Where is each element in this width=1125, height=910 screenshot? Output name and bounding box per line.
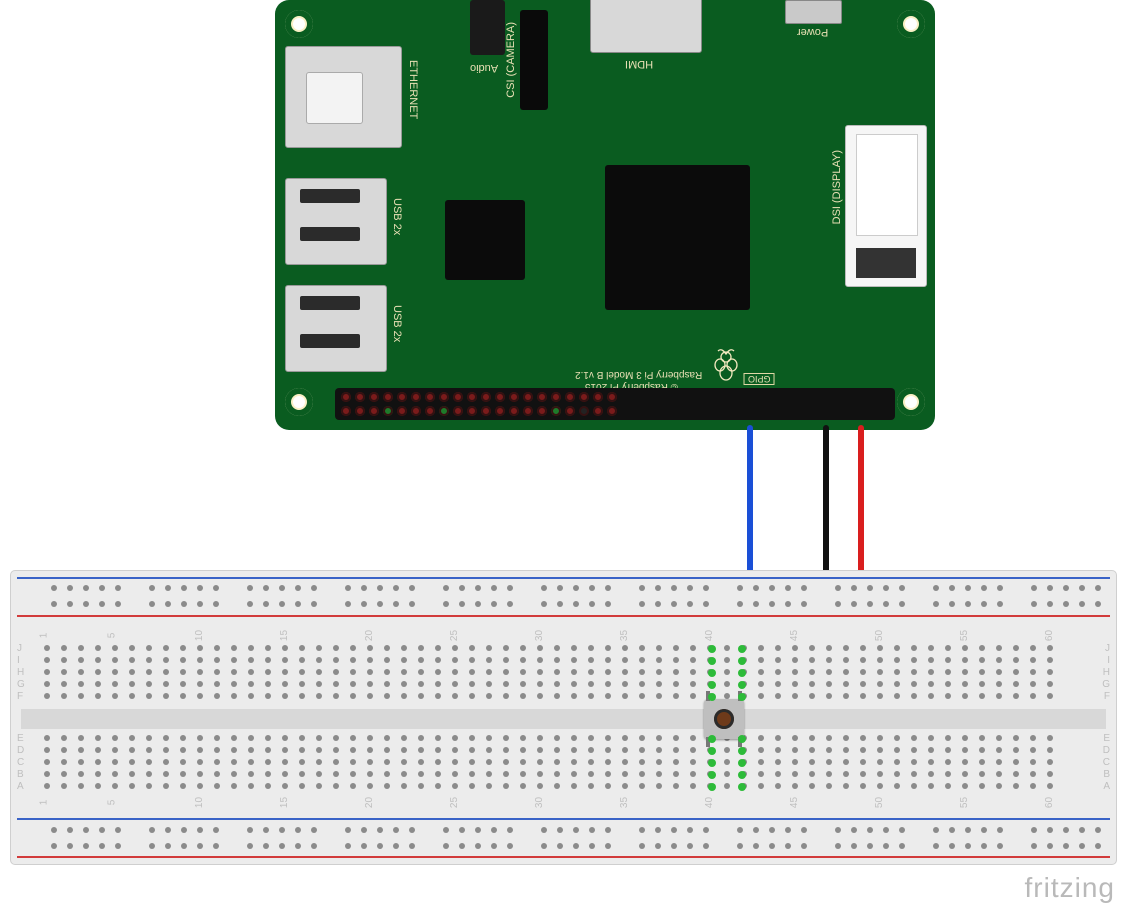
col-label: 60 [1044, 630, 1055, 641]
usb-port-icon [285, 285, 387, 372]
row-label: B [1103, 769, 1110, 780]
dsi-connector-icon [845, 125, 927, 287]
row-label: D [17, 745, 24, 756]
mounting-hole-icon [897, 388, 925, 416]
row-label: J [1105, 643, 1110, 654]
hdmi-label: HDMI [625, 58, 653, 70]
raspberry-logo-icon [710, 347, 742, 388]
col-label: 35 [619, 797, 630, 808]
col-label: 10 [194, 797, 205, 808]
ethernet-label: ETHERNET [407, 60, 419, 119]
row-label: H [17, 667, 24, 678]
row-label: I [17, 655, 20, 666]
col-label: 25 [449, 630, 460, 641]
col-label: 15 [279, 630, 290, 641]
rail-bot-pos [17, 856, 1110, 858]
mounting-hole-icon [285, 388, 313, 416]
usb-port-icon [285, 178, 387, 265]
col-label: 40 [704, 630, 715, 641]
hdmi-port-icon [590, 0, 702, 53]
row-label: C [1103, 757, 1110, 768]
raspberry-pi-board: ETHERNET USB 2x USB 2x Audio CSI (CAMERA… [275, 0, 935, 430]
row-label: A [17, 781, 24, 792]
col-label: 60 [1044, 797, 1055, 808]
soc-chip-icon [605, 165, 750, 310]
col-label: 35 [619, 630, 630, 641]
breadboard-gap [21, 709, 1106, 729]
microusb-port-icon [785, 0, 842, 24]
csi-connector-icon [520, 10, 548, 110]
col-label: 1 [38, 633, 49, 639]
row-label: F [17, 691, 23, 702]
row-label: G [17, 679, 25, 690]
usb-label: USB 2x [391, 305, 403, 342]
row-label: A [1103, 781, 1110, 792]
col-label: 15 [279, 797, 290, 808]
rail-bot-neg [17, 818, 1110, 820]
row-label: F [1104, 691, 1110, 702]
col-label: 1 [38, 800, 49, 806]
row-label: I [1107, 655, 1110, 666]
col-label: 10 [194, 630, 205, 641]
board-model-label: Raspberry Pi 3 Model B v1.2 [575, 369, 702, 380]
mounting-hole-icon [897, 10, 925, 38]
button-cap-icon [714, 709, 734, 729]
row-label: D [1103, 745, 1110, 756]
col-label: 20 [364, 630, 375, 641]
row-label: B [17, 769, 24, 780]
col-label: 45 [789, 630, 800, 641]
row-label: H [1103, 667, 1110, 678]
row-label: J [17, 643, 22, 654]
col-label: 20 [364, 797, 375, 808]
rail-top-pos [17, 615, 1110, 617]
row-label: G [1102, 679, 1110, 690]
breadboard: J I H G F E D C B A J I H G F E D C B A … [10, 570, 1117, 865]
row-label: E [17, 733, 24, 744]
mounting-hole-icon [285, 10, 313, 38]
col-label: 5 [106, 800, 117, 806]
row-label: E [1103, 733, 1110, 744]
power-label: Power [797, 26, 828, 38]
ethernet-port-icon [285, 46, 402, 148]
push-button [704, 699, 744, 739]
col-label: 30 [534, 630, 545, 641]
csi-label: CSI (CAMERA) [505, 22, 517, 98]
gpio-label: GPIO [744, 373, 775, 385]
row-label: C [17, 757, 24, 768]
usb-label: USB 2x [391, 198, 403, 235]
col-label: 55 [959, 797, 970, 808]
fritzing-watermark: fritzing [1025, 872, 1115, 904]
col-label: 55 [959, 630, 970, 641]
gpio-header-icon [335, 388, 895, 420]
dsi-label: DSI (DISPLAY) [831, 150, 843, 224]
col-label: 50 [874, 630, 885, 641]
col-label: 50 [874, 797, 885, 808]
col-label: 25 [449, 797, 460, 808]
audio-label: Audio [470, 62, 498, 74]
col-label: 5 [106, 633, 117, 639]
audio-jack-icon [470, 0, 505, 55]
col-label: 45 [789, 797, 800, 808]
chip-icon [445, 200, 525, 280]
col-label: 40 [704, 797, 715, 808]
col-label: 30 [534, 797, 545, 808]
rail-top-neg [17, 577, 1110, 579]
